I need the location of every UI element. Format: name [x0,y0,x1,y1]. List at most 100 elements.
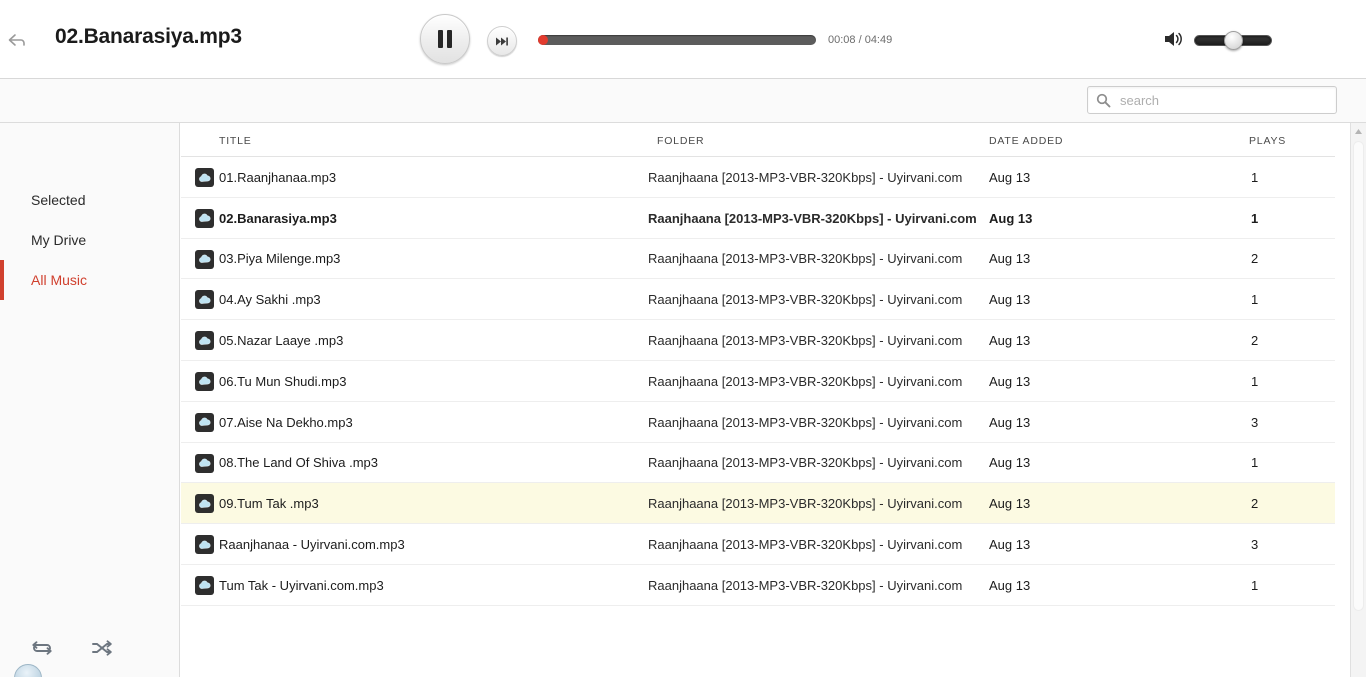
speaker-icon[interactable] [1163,29,1187,49]
cell-date: Aug 13 [989,333,1031,349]
cell-plays: 2 [1251,333,1259,349]
cell-plays: 1 [1251,373,1259,389]
table-row[interactable]: Tum Tak - Uyirvani.com.mp3 Raanjhaana [20… [181,565,1335,606]
table-row[interactable]: 03.Piya Milenge.mp3 Raanjhaana [2013-MP3-… [181,239,1335,280]
cloud-file-icon [195,494,214,514]
column-header-date[interactable]: DATE ADDED [989,135,1063,147]
column-header-title[interactable]: TITLE [219,135,252,147]
cell-folder: Raanjhaana [2013-MP3-VBR-320Kbps] - Uyir… [648,251,963,267]
cloud-file-icon [195,453,214,473]
cell-title: 02.Banarasiya.mp3 [219,210,337,226]
cloud-file-icon [195,412,214,432]
cell-plays: 1 [1251,169,1259,185]
column-header-plays[interactable]: PLAYS [1249,135,1286,147]
cloud-file-icon [195,208,214,228]
sidebar-item-label: My Drive [31,232,87,248]
cell-date: Aug 13 [989,496,1031,512]
cloud-file-icon [195,575,214,595]
scroll-up-icon[interactable] [1351,123,1366,139]
upload-bubble-icon[interactable] [14,664,42,677]
cell-title: 06.Tu Mun Shudi.mp3 [219,373,347,389]
sidebar: Selected My Drive All Music [0,123,180,677]
cell-plays: 2 [1251,251,1259,267]
cell-date: Aug 13 [989,455,1031,471]
sidebar-item-selected[interactable]: Selected [0,180,180,220]
player-bar: 02.Banarasiya.mp3 00:08 / 04:49 [0,0,1366,79]
table-header: TITLE FOLDER DATE ADDED PLAYS [181,123,1335,157]
cell-title: 01.Raanjhanaa.mp3 [219,169,337,185]
sidebar-item-my-drive[interactable]: My Drive [0,220,180,260]
track-list-panel: TITLE FOLDER DATE ADDED PLAYS 01.Raanjha… [181,123,1366,677]
cell-date: Aug 13 [989,577,1031,593]
cell-date: Aug 13 [989,169,1031,185]
cloud-file-icon [195,249,214,269]
table-row[interactable]: 02.Banarasiya.mp3 Raanjhaana [2013-MP3-VB… [181,198,1335,239]
sidebar-item-all-music[interactable]: All Music [0,260,180,300]
next-track-button[interactable] [487,26,517,56]
cell-folder: Raanjhaana [2013-MP3-VBR-320Kbps] - Uyir… [648,333,963,349]
cell-plays: 1 [1251,292,1259,308]
now-playing-title: 02.Banarasiya.mp3 [55,25,242,48]
table-row[interactable]: 07.Aise Na Dekho.mp3 Raanjhaana [2013-MP3… [181,402,1335,443]
search-toolbar [0,79,1366,123]
cell-folder: Raanjhaana [2013-MP3-VBR-320Kbps] - Uyir… [648,577,963,593]
seek-slider[interactable] [538,35,816,45]
cell-plays: 1 [1251,455,1259,471]
cell-plays: 3 [1251,414,1259,430]
next-icon [496,37,508,45]
cell-date: Aug 13 [989,292,1031,308]
search-input[interactable] [1118,87,1330,113]
cell-date: Aug 13 [989,251,1031,267]
cell-date: Aug 13 [989,414,1031,430]
playback-mode-bar [0,620,180,677]
cell-plays: 2 [1251,496,1259,512]
track-rows: 01.Raanjhanaa.mp3 Raanjhaana [2013-MP3-VB… [181,157,1335,606]
cell-plays: 3 [1251,537,1259,553]
cloud-file-icon [195,290,214,310]
volume-slider[interactable] [1194,31,1272,50]
table-row[interactable]: 04.Ay Sakhi .mp3 Raanjhaana [2013-MP3-VBR… [181,279,1335,321]
sidebar-item-label: Selected [31,192,86,208]
pause-button[interactable] [420,14,470,64]
music-player-app: 02.Banarasiya.mp3 00:08 / 04:49 search S… [0,0,1366,677]
cell-title: Tum Tak - Uyirvani.com.mp3 [219,577,384,593]
time-display: 00:08 / 04:49 [828,34,893,46]
cell-folder: Raanjhaana [2013-MP3-VBR-320Kbps] - Uyir… [648,496,963,512]
table-row[interactable]: 01.Raanjhanaa.mp3 Raanjhaana [2013-MP3-VB… [181,157,1335,198]
cell-folder: Raanjhaana [2013-MP3-VBR-320Kbps] - Uyir… [648,455,963,471]
seek-progress-fill [538,35,548,45]
cloud-file-icon [195,371,214,391]
cell-folder: Raanjhaana [2013-MP3-VBR-320Kbps] - Uyir… [648,414,963,430]
cell-folder: Raanjhaana [2013-MP3-VBR-320Kbps] - Uyir… [648,373,963,389]
cell-title: 07.Aise Na Dekho.mp3 [219,414,353,430]
table-row[interactable]: 05.Nazar Laaye .mp3 Raanjhaana [2013-MP3-… [181,320,1335,361]
cell-folder: Raanjhaana [2013-MP3-VBR-320Kbps] - Uyir… [648,537,963,553]
search-icon [1096,93,1111,108]
cell-title: 04.Ay Sakhi .mp3 [219,292,321,308]
table-row[interactable]: 06.Tu Mun Shudi.mp3 Raanjhaana [2013-MP3-… [181,361,1335,402]
cell-folder: Raanjhaana [2013-MP3-VBR-320Kbps] - Uyir… [648,292,963,308]
cell-folder: Raanjhaana [2013-MP3-VBR-320Kbps] - Uyir… [648,210,977,226]
sidebar-item-label: All Music [31,272,88,288]
cell-title: 09.Tum Tak .mp3 [219,496,319,512]
cell-title: 03.Piya Milenge.mp3 [219,251,341,267]
vertical-scrollbar[interactable] [1350,123,1366,677]
scrollbar-thumb[interactable] [1353,141,1364,611]
volume-knob[interactable] [1223,31,1243,50]
back-arrow-icon[interactable] [4,28,30,52]
table-row[interactable]: 08.The Land Of Shiva .mp3 Raanjhaana [201… [181,443,1335,484]
cell-plays: 1 [1251,210,1259,226]
repeat-icon[interactable] [29,637,55,659]
table-row[interactable]: 09.Tum Tak .mp3 Raanjhaana [2013-MP3-VBR-… [181,483,1335,525]
seek-track [538,35,816,45]
cell-title: Raanjhanaa - Uyirvani.com.mp3 [219,537,405,553]
cell-date: Aug 13 [989,373,1031,389]
search-box[interactable] [1087,86,1337,114]
shuffle-icon[interactable] [89,637,115,659]
table-row[interactable]: Raanjhanaa - Uyirvani.com.mp3 Raanjhaana … [181,524,1335,565]
column-header-folder[interactable]: FOLDER [657,135,704,147]
cell-folder: Raanjhaana [2013-MP3-VBR-320Kbps] - Uyir… [648,169,963,185]
cell-date: Aug 13 [989,537,1031,553]
cell-plays: 1 [1251,577,1259,593]
cloud-file-icon [195,535,214,555]
